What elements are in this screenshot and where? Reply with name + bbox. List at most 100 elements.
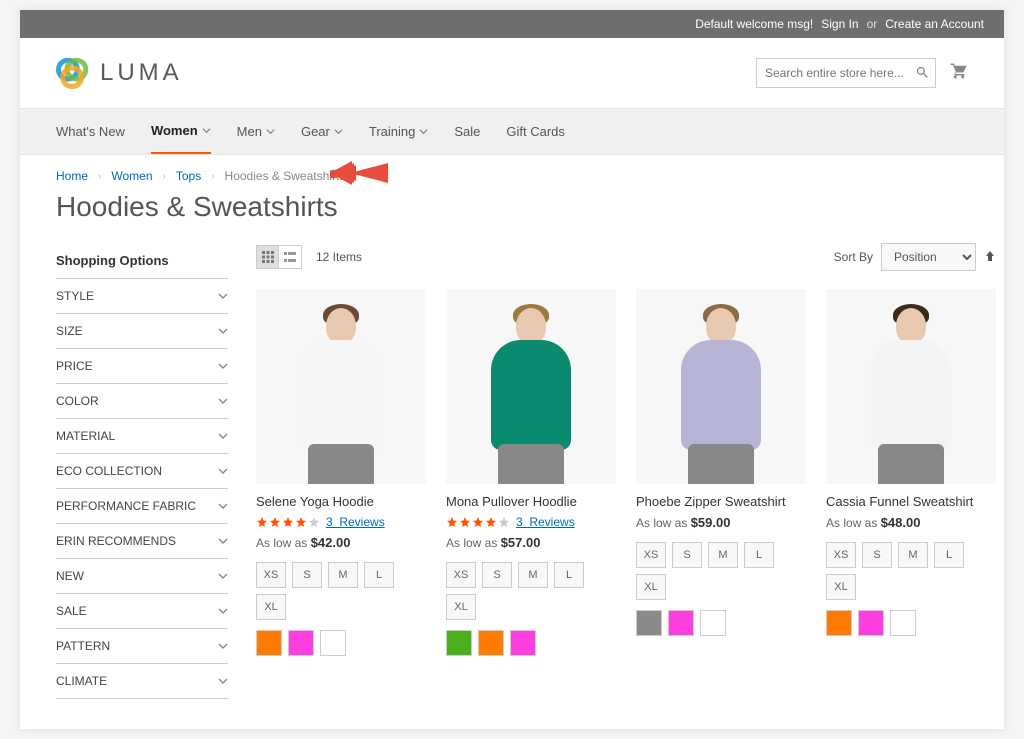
nav-whatsnew[interactable]: What's New (56, 109, 125, 154)
logo-text: LUMA (100, 59, 183, 87)
nav-training[interactable]: Training (369, 109, 428, 154)
or-text: or (867, 17, 878, 31)
sortby-select[interactable]: Position (881, 243, 976, 271)
product-image[interactable] (256, 289, 426, 484)
product-name[interactable]: Phoebe Zipper Sweatshirt (636, 494, 806, 509)
size-swatch[interactable]: XS (446, 562, 476, 588)
star-icon (269, 516, 281, 528)
filter-material[interactable]: MATERIAL (56, 418, 228, 453)
filter-erin-recommends[interactable]: ERIN RECOMMENDS (56, 523, 228, 558)
product-price: $48.00 (881, 515, 921, 530)
filter-price[interactable]: PRICE (56, 348, 228, 383)
aslowas-label: As low as (446, 536, 497, 550)
size-swatch[interactable]: M (898, 542, 928, 568)
product-name[interactable]: Selene Yoga Hoodie (256, 494, 426, 509)
arrow-up-icon (984, 250, 996, 262)
size-swatch[interactable]: XL (826, 574, 856, 600)
color-swatch[interactable] (320, 630, 346, 656)
nav-gift[interactable]: Gift Cards (506, 109, 565, 154)
color-swatch[interactable] (288, 630, 314, 656)
product-card[interactable]: Cassia Funnel Sweatshirt As low as $48.0… (826, 289, 996, 656)
filter-eco-collection[interactable]: ECO COLLECTION (56, 453, 228, 488)
product-price: $57.00 (501, 535, 541, 550)
size-swatch[interactable]: M (328, 562, 358, 588)
color-swatch[interactable] (700, 610, 726, 636)
size-swatch[interactable]: S (862, 542, 892, 568)
grid-view-button[interactable] (257, 246, 279, 268)
size-swatch[interactable]: L (934, 542, 964, 568)
color-swatch[interactable] (446, 630, 472, 656)
chevron-down-icon (218, 641, 228, 651)
product-name[interactable]: Cassia Funnel Sweatshirt (826, 494, 996, 509)
size-swatch[interactable]: L (744, 542, 774, 568)
chevron-down-icon (419, 127, 428, 136)
nav-women[interactable]: Women (151, 109, 211, 154)
color-swatch[interactable] (668, 610, 694, 636)
star-icon (472, 516, 484, 528)
crumb-tops[interactable]: Tops (176, 169, 201, 183)
reviews-link[interactable]: 3 Reviews (516, 515, 575, 529)
color-swatch[interactable] (636, 610, 662, 636)
filter-sale[interactable]: SALE (56, 593, 228, 628)
filter-label: PATTERN (56, 639, 110, 653)
product-image[interactable] (446, 289, 616, 484)
filter-color[interactable]: COLOR (56, 383, 228, 418)
rating-stars (256, 516, 320, 528)
size-swatch[interactable]: S (482, 562, 512, 588)
filter-style[interactable]: STYLE (56, 278, 228, 313)
grid-icon (262, 251, 274, 263)
filter-label: PRICE (56, 359, 93, 373)
product-image[interactable] (826, 289, 996, 484)
crumb-home[interactable]: Home (56, 169, 88, 183)
product-price: $42.00 (311, 535, 351, 550)
size-swatch[interactable]: XS (826, 542, 856, 568)
size-swatch[interactable]: L (554, 562, 584, 588)
color-swatch[interactable] (858, 610, 884, 636)
size-swatch[interactable]: XL (256, 594, 286, 620)
crumb-current: Hoodies & Sweatshirts (225, 169, 346, 183)
signin-link[interactable]: Sign In (821, 17, 858, 31)
nav-men[interactable]: Men (237, 109, 275, 154)
size-swatch[interactable]: M (518, 562, 548, 588)
filter-label: ECO COLLECTION (56, 464, 162, 478)
product-card[interactable]: Mona Pullover Hoodlie 3 Reviews As low a… (446, 289, 616, 656)
size-swatch[interactable]: S (292, 562, 322, 588)
color-swatch[interactable] (826, 610, 852, 636)
size-swatch[interactable]: S (672, 542, 702, 568)
size-swatch[interactable]: XS (256, 562, 286, 588)
breadcrumb: Home › Women › Tops › Hoodies & Sweatshi… (20, 155, 1004, 191)
size-swatch[interactable]: XL (446, 594, 476, 620)
filter-climate[interactable]: CLIMATE (56, 663, 228, 699)
filter-performance-fabric[interactable]: PERFORMANCE FABRIC (56, 488, 228, 523)
cart-icon[interactable] (950, 62, 968, 85)
color-swatch[interactable] (478, 630, 504, 656)
logo[interactable]: LUMA (56, 56, 183, 90)
star-icon (459, 516, 471, 528)
nav-training-label: Training (369, 124, 415, 139)
list-view-button[interactable] (279, 246, 301, 268)
reviews-link[interactable]: 3 Reviews (326, 515, 385, 529)
filter-size[interactable]: SIZE (56, 313, 228, 348)
sort-direction-button[interactable] (984, 250, 996, 265)
size-swatch[interactable]: M (708, 542, 738, 568)
product-image[interactable] (636, 289, 806, 484)
filter-new[interactable]: NEW (56, 558, 228, 593)
color-swatch[interactable] (256, 630, 282, 656)
product-name[interactable]: Mona Pullover Hoodlie (446, 494, 616, 509)
nav-sale[interactable]: Sale (454, 109, 480, 154)
size-swatch[interactable]: L (364, 562, 394, 588)
chevron-down-icon (218, 291, 228, 301)
size-swatch[interactable]: XL (636, 574, 666, 600)
create-account-link[interactable]: Create an Account (885, 17, 984, 31)
nav-gear[interactable]: Gear (301, 109, 343, 154)
crumb-women[interactable]: Women (111, 169, 152, 183)
chevron-down-icon (218, 396, 228, 406)
size-swatch[interactable]: XS (636, 542, 666, 568)
color-swatch[interactable] (510, 630, 536, 656)
filter-pattern[interactable]: PATTERN (56, 628, 228, 663)
product-card[interactable]: Selene Yoga Hoodie 3 Reviews As low as $… (256, 289, 426, 656)
search-icon[interactable] (915, 65, 930, 80)
search-input[interactable] (756, 58, 936, 88)
color-swatch[interactable] (890, 610, 916, 636)
product-card[interactable]: Phoebe Zipper Sweatshirt As low as $59.0… (636, 289, 806, 656)
